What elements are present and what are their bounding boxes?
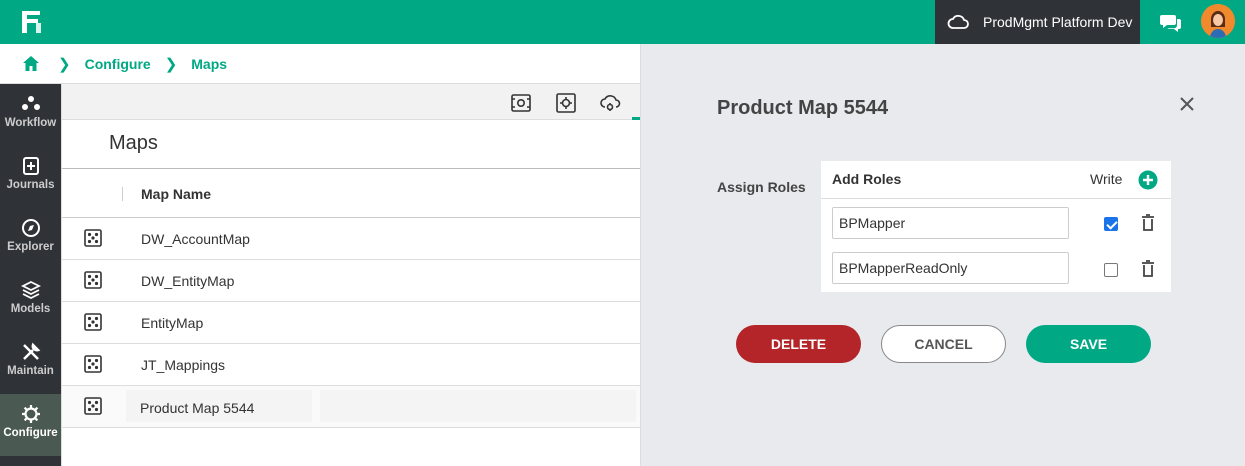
cloud-icon [947,14,969,29]
add-roles-header: Add Roles [832,171,902,187]
nav-label: Workflow [4,117,57,129]
map-settings-icon[interactable] [510,92,532,114]
breadcrumb-maps[interactable]: Maps [191,56,227,72]
map-name: DW_AccountMap [141,231,250,247]
panel-title: Product Map 5544 [717,97,889,119]
close-icon[interactable] [1179,96,1195,112]
roles-table-header: Add Roles Write [821,161,1171,199]
nav-label: Journals [6,179,55,191]
table-row[interactable]: DW_AccountMap [62,218,641,260]
map-icon [84,397,102,415]
environment-name: ProdMgmt Platform Dev [983,14,1133,30]
map-name: JT_Mappings [141,357,226,373]
nav-label: Explorer [7,241,54,253]
nav-label: Configure [3,427,58,439]
workflow-icon [21,96,40,110]
table-row[interactable]: EntityMap [62,302,641,344]
environment-selector[interactable]: ProdMgmt Platform Dev [935,0,1140,44]
gear-icon [21,405,40,423]
table-row-selected[interactable]: Product Map 5544 [62,386,641,428]
nav-item-configure[interactable]: Configure [0,394,61,456]
nav-label: Models [10,303,51,315]
nav-item-models[interactable]: Models [0,270,61,332]
compass-icon [21,219,40,237]
column-header-map-name[interactable]: Map Name [141,186,211,202]
delete-button[interactable]: DELETE [736,325,861,363]
map-detail-panel: Product Map 5544 Assign Roles Add Roles … [640,44,1245,466]
nav-item-journals[interactable]: Journals [0,146,61,208]
user-avatar[interactable] [1201,4,1235,38]
configure-icon[interactable] [555,92,577,114]
map-name: Product Map 5544 [140,400,255,416]
map-name: EntityMap [141,315,204,331]
breadcrumb-configure[interactable]: Configure [85,56,151,72]
chat-icon[interactable] [1160,12,1182,32]
cloud-settings-icon[interactable] [599,92,621,114]
write-checkbox-bpmapperreadonly[interactable] [1104,263,1118,277]
trash-icon[interactable] [1141,214,1155,232]
nav-item-explorer[interactable]: Explorer [0,208,61,270]
home-icon[interactable] [22,55,40,72]
assign-roles-label: Assign Roles [717,179,806,195]
column-divider [122,187,123,201]
maps-list-panel: Maps Map Name DW_AccountMap DW_EntityMap… [61,84,641,466]
table-row[interactable]: JT_Mappings [62,344,641,386]
user-portrait-icon [1201,4,1235,38]
map-icon [84,271,102,289]
left-nav: Workflow Journals Explorer Models Mainta… [0,84,61,466]
table-row[interactable]: DW_EntityMap [62,260,641,302]
chevron-right-icon: ❯ [164,55,178,73]
write-header: Write [1090,171,1123,187]
role-input-bpmapperreadonly[interactable] [832,252,1069,284]
map-icon [84,313,102,331]
roles-table: Add Roles Write [821,161,1171,292]
nav-item-maintain[interactable]: Maintain [0,332,61,394]
cancel-button[interactable]: CANCEL [881,325,1006,363]
role-input-bpmapper[interactable] [832,207,1069,239]
page-title: Maps [109,132,158,154]
nav-label: Maintain [7,365,54,377]
tools-icon [22,342,40,360]
row-cell-highlight [320,390,636,422]
map-icon [84,355,102,373]
breadcrumb: ❯ Configure ❯ Maps [0,44,640,84]
save-button[interactable]: SAVE [1026,325,1151,363]
toolbar [62,84,641,120]
top-bar: ProdMgmt Platform Dev [0,0,1245,44]
trash-icon[interactable] [1141,260,1155,278]
map-icon [84,229,102,247]
chevron-right-icon: ❯ [58,55,71,73]
add-role-icon[interactable] [1138,170,1158,190]
map-name: DW_EntityMap [141,273,235,289]
nav-item-workflow[interactable]: Workflow [0,84,61,146]
app-logo-icon[interactable] [20,9,44,35]
layers-icon [20,280,41,300]
journals-icon [22,157,39,175]
write-checkbox-bpmapper[interactable] [1104,217,1118,231]
table-header: Map Name [62,168,641,218]
